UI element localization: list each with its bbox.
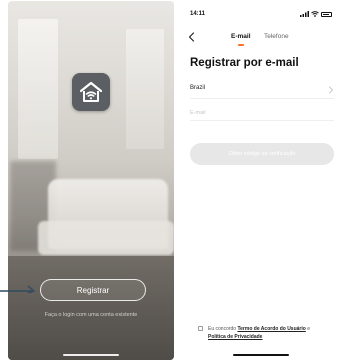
email-field[interactable] [190,107,334,119]
privacy-policy-link[interactable]: Política de Privacidade [208,334,262,340]
home-indicator [63,354,119,356]
terms-prefix: Eu concordo [208,326,237,332]
country-value: Brazil [190,85,206,91]
country-selector[interactable]: Brazil [190,81,334,99]
wifi-icon [311,11,319,17]
welcome-screen: Registrar Faça o login com uma conta exi… [8,1,174,360]
tab-email[interactable]: E-mail [231,33,251,40]
background-floor [8,256,174,360]
background-sofa-seat [38,221,174,255]
signal-icon [300,11,309,17]
user-agreement-link[interactable]: Termo de Acordo do Usuário [237,326,305,332]
screenshot-stage: Registrar Faça o login com uma conta exi… [0,0,341,362]
background-window [126,29,164,149]
email-field-row [190,105,334,121]
status-icons [300,11,332,17]
app-logo [72,73,110,111]
status-bar: 14:11 [180,1,340,21]
battery-icon [321,11,332,17]
page-title: Registrar por e-mail [190,57,299,69]
register-email-screen: 14:11 E-mail Telefone Registrar por e-ma… [180,1,340,360]
tab-phone[interactable]: Telefone [264,33,289,40]
arrow-right-icon [0,285,35,293]
terms-text: Eu concordo Termo de Acordo do Usuário e… [208,325,338,341]
register-button[interactable]: Registrar [40,279,146,301]
status-time: 14:11 [190,11,206,17]
chevron-right-icon [329,86,333,94]
login-existing-account-link[interactable]: Faça o login com uma conta existente [18,312,164,318]
get-verification-code-button[interactable]: Obter código de verificação [190,143,334,165]
active-tab-indicator [238,44,244,46]
terms-checkbox[interactable] [198,326,203,331]
home-indicator [233,354,289,356]
chevron-left-icon[interactable] [186,31,198,43]
home-wifi-icon [79,81,103,102]
terms-conjunction: e [307,326,310,332]
background-window [18,19,58,159]
